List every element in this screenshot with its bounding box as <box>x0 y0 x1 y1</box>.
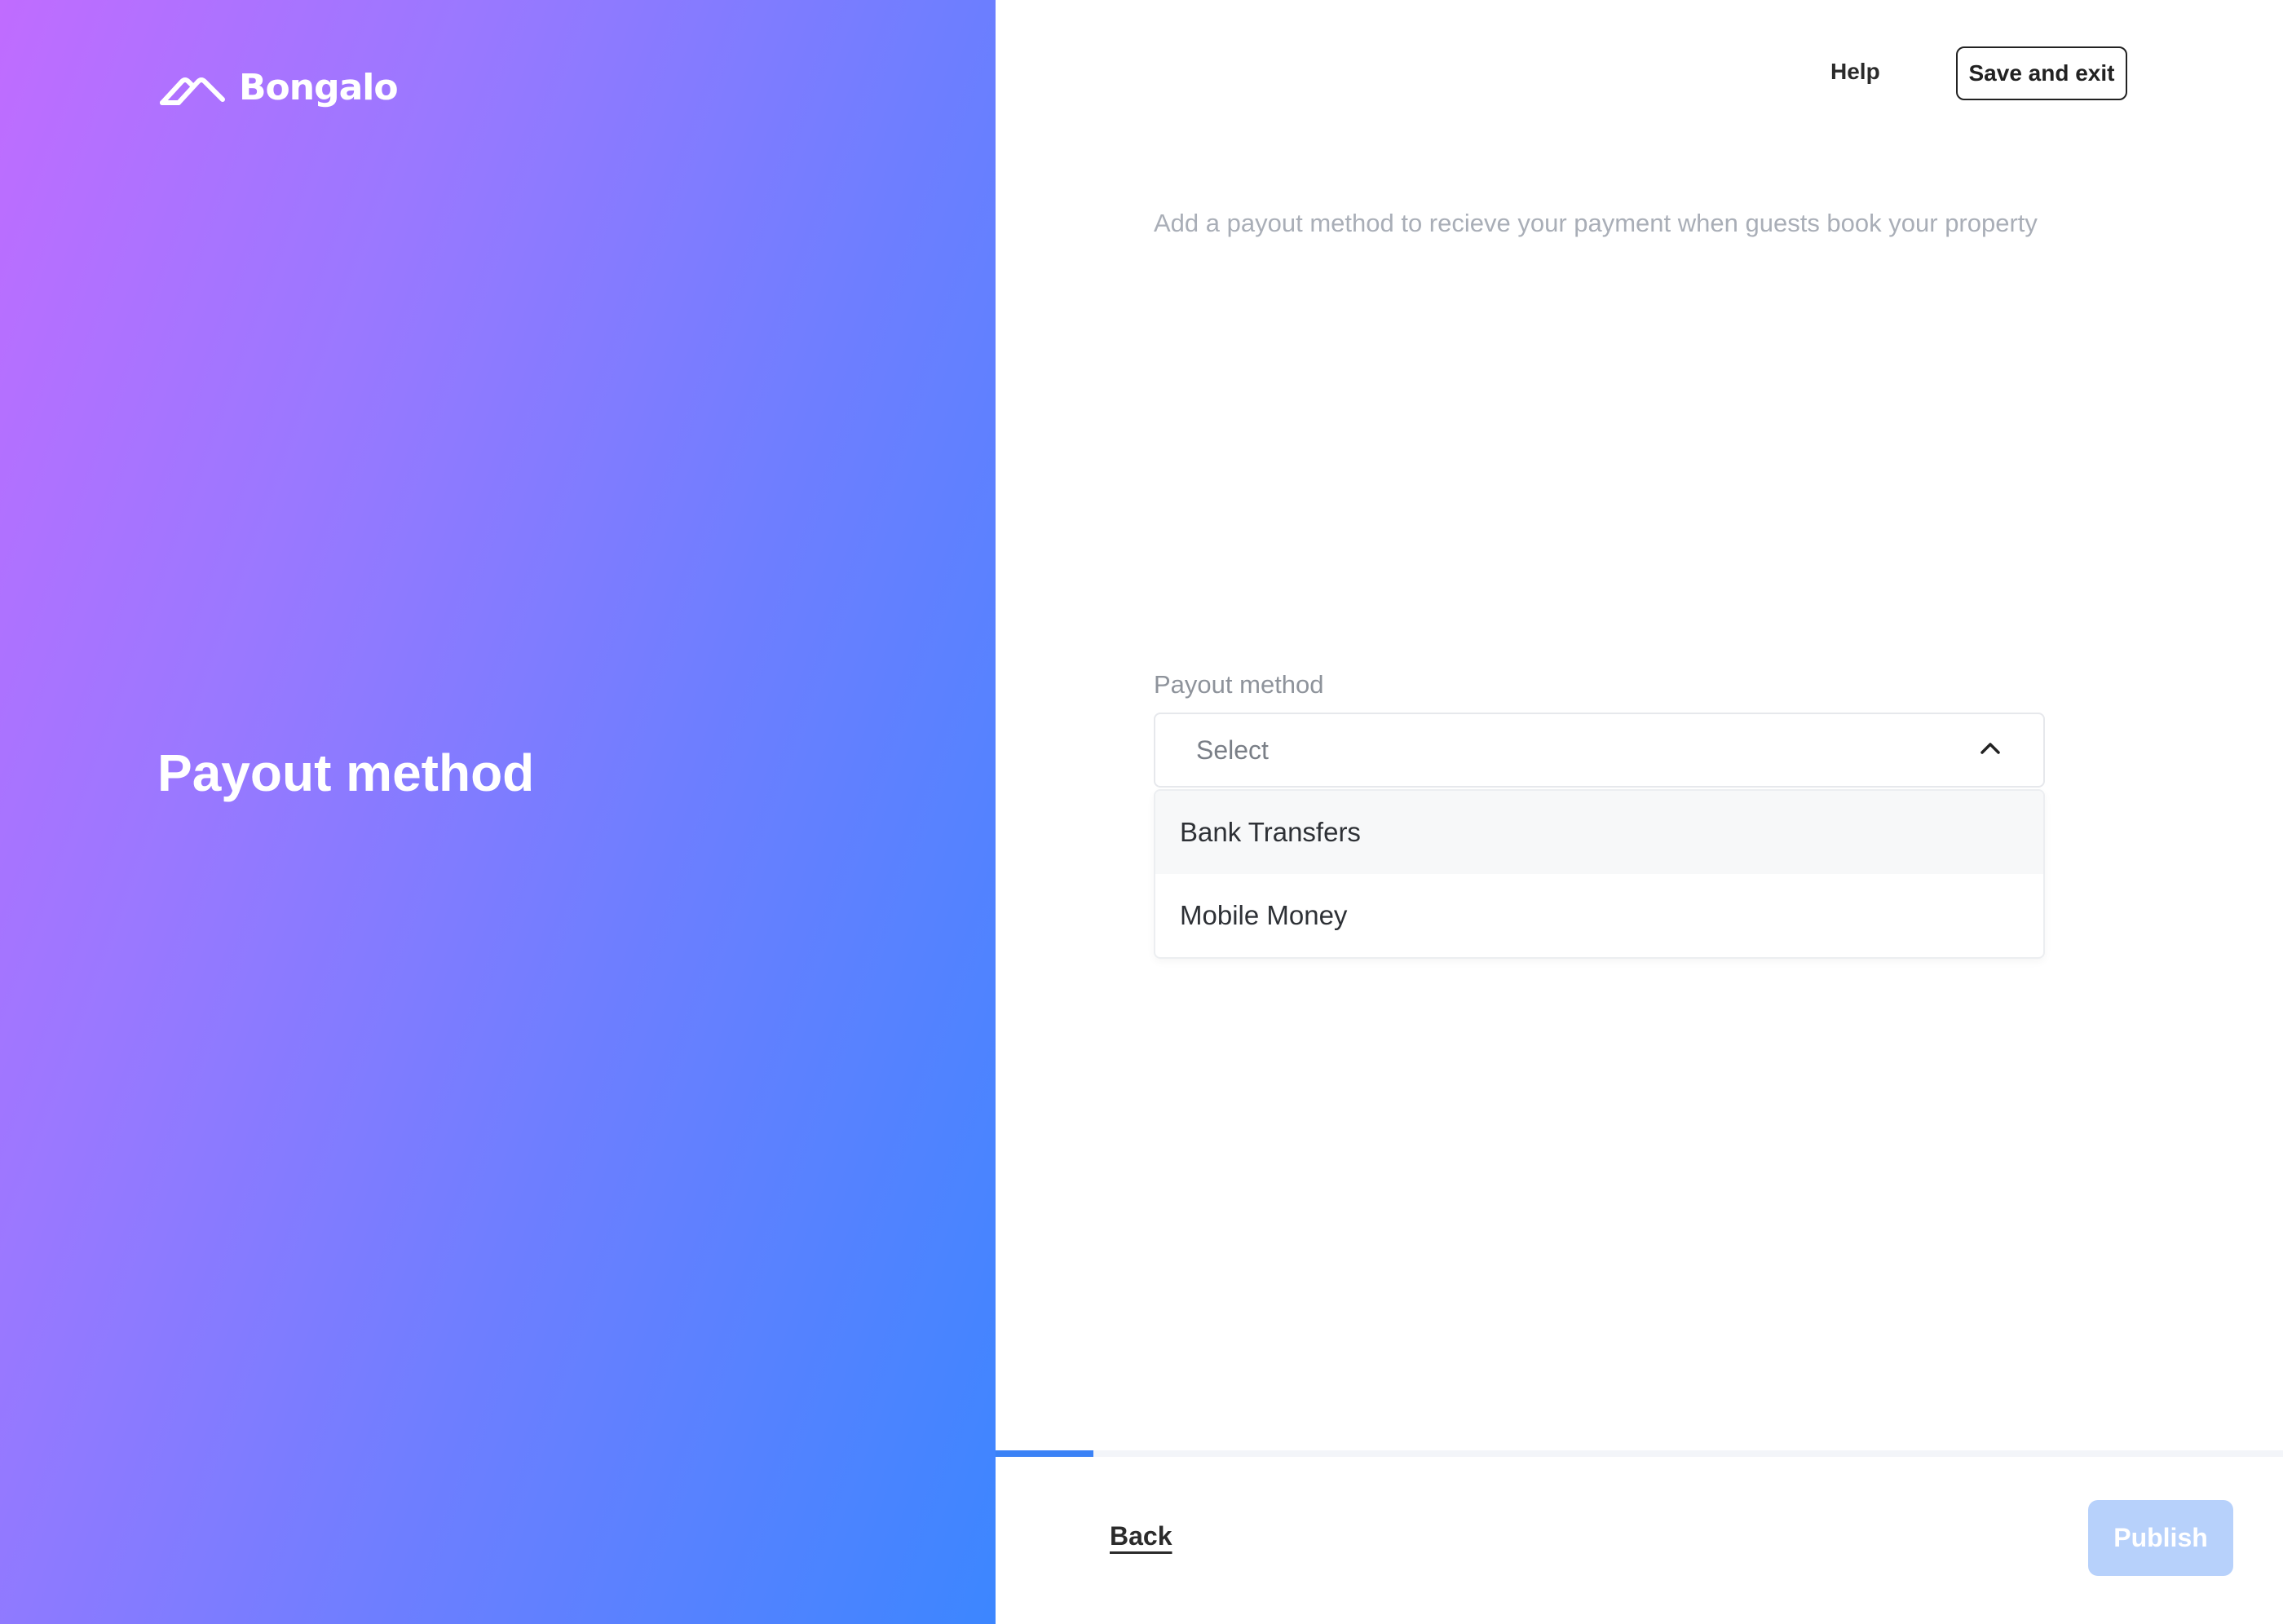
page: Bongalo Payout method Help Save and exit… <box>0 0 2283 1624</box>
payout-method-select-value: Select <box>1196 735 1269 765</box>
progress-bar-fill <box>996 1450 1093 1457</box>
save-and-exit-button[interactable]: Save and exit <box>1956 46 2127 100</box>
payout-method-select[interactable]: Select <box>1154 713 2045 788</box>
dropdown-option-bank-transfers[interactable]: Bank Transfers <box>1155 791 2043 874</box>
brand-logo[interactable]: Bongalo <box>157 67 399 108</box>
page-title: Payout method <box>157 744 535 802</box>
payout-method-dropdown: Bank Transfers Mobile Money <box>1154 789 2045 959</box>
back-link[interactable]: Back <box>1110 1521 1172 1551</box>
roof-chevron-icon <box>157 70 227 106</box>
payout-method-label: Payout method <box>1154 670 1324 699</box>
page-subtitle: Add a payout method to recieve your paym… <box>1154 209 2038 237</box>
chevron-up-icon <box>1978 740 2003 761</box>
progress-bar <box>996 1450 2283 1457</box>
help-link[interactable]: Help <box>1830 59 1880 85</box>
dropdown-option-mobile-money[interactable]: Mobile Money <box>1155 874 2043 957</box>
brand-name: Bongalo <box>239 67 399 108</box>
left-hero-panel: Bongalo Payout method <box>0 0 996 1624</box>
publish-button[interactable]: Publish <box>2088 1500 2233 1576</box>
